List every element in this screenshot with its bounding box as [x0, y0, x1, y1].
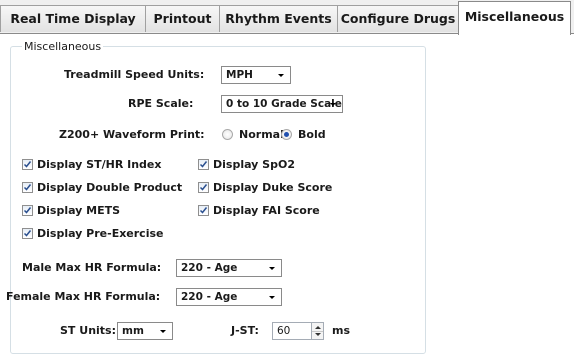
checkmark-icon — [23, 161, 32, 168]
jst-spinner[interactable] — [311, 322, 324, 340]
st-units-label: ST Units: — [60, 324, 116, 337]
st-units-select[interactable]: mm — [117, 322, 173, 340]
rpe-scale-value: 0 to 10 Grade Scale — [226, 98, 342, 110]
checkbox-spo2-label: Display SpO2 — [213, 158, 295, 171]
radio-selected-dot — [284, 132, 289, 137]
chevron-down-icon — [278, 74, 284, 77]
checkbox-pre-exercise-label: Display Pre-Exercise — [37, 227, 164, 240]
treadmill-speed-units-label: Treadmill Speed Units: — [64, 68, 205, 81]
tab-real-time-display[interactable]: Real Time Display — [0, 5, 146, 32]
tab-strip: Real Time Display Printout Rhythm Events… — [0, 0, 574, 35]
tab-printout[interactable]: Printout — [145, 5, 220, 32]
jst-label: J-ST: — [231, 324, 259, 337]
checkbox-pre-exercise[interactable] — [22, 228, 33, 239]
female-max-hr-select[interactable]: 220 - Age — [176, 288, 282, 306]
checkbox-double-product-label: Display Double Product — [37, 181, 183, 194]
checkbox-duke-score-label: Display Duke Score — [213, 181, 333, 194]
treadmill-speed-units-select[interactable]: MPH — [221, 66, 291, 84]
male-max-hr-value: 220 - Age — [181, 262, 238, 274]
checkbox-mets-label: Display METS — [37, 204, 121, 217]
chevron-down-icon — [330, 103, 336, 106]
checkmark-icon — [199, 207, 208, 214]
checkbox-fai-score-label: Display FAI Score — [213, 204, 320, 217]
checkbox-fai-score[interactable] — [198, 205, 209, 216]
checkmark-icon — [23, 207, 32, 214]
groupbox-title: Miscellaneous — [22, 40, 104, 53]
radio-normal[interactable] — [222, 129, 233, 140]
tab-configure-drugs[interactable]: Configure Drugs — [337, 5, 459, 32]
female-max-hr-label: Female Max HR Formula: — [6, 290, 161, 303]
checkbox-mets[interactable] — [22, 205, 33, 216]
male-max-hr-label: Male Max HR Formula: — [22, 261, 162, 274]
spin-up-icon[interactable] — [315, 326, 321, 329]
chevron-down-icon — [160, 330, 166, 333]
checkbox-st-hr-index-label: Display ST/HR Index — [37, 158, 162, 171]
radio-normal-label: Normal — [239, 128, 284, 141]
chevron-down-icon — [269, 296, 275, 299]
checkmark-icon — [199, 184, 208, 191]
female-max-hr-value: 220 - Age — [181, 291, 238, 303]
male-max-hr-select[interactable]: 220 - Age — [176, 259, 282, 277]
checkmark-icon — [23, 230, 32, 237]
jst-unit-label: ms — [332, 324, 351, 337]
rpe-scale-label: RPE Scale: — [128, 97, 194, 110]
rpe-scale-select[interactable]: 0 to 10 Grade Scale — [221, 95, 343, 113]
jst-input[interactable]: 60 — [272, 322, 312, 340]
checkmark-icon — [23, 184, 32, 191]
miscellaneous-groupbox — [10, 46, 426, 354]
tab-miscellaneous[interactable]: Miscellaneous — [458, 1, 571, 35]
waveform-print-label: Z200+ Waveform Print: — [59, 128, 205, 141]
st-units-value: mm — [122, 325, 144, 337]
checkbox-st-hr-index[interactable] — [22, 159, 33, 170]
tab-rhythm-events[interactable]: Rhythm Events — [219, 5, 338, 32]
radio-bold-label: Bold — [298, 128, 326, 141]
radio-bold[interactable] — [281, 129, 292, 140]
checkbox-duke-score[interactable] — [198, 182, 209, 193]
chevron-down-icon — [269, 267, 275, 270]
checkbox-spo2[interactable] — [198, 159, 209, 170]
treadmill-speed-units-value: MPH — [226, 69, 253, 81]
tab-panel: Miscellaneous Treadmill Speed Units: MPH… — [0, 33, 574, 354]
checkbox-double-product[interactable] — [22, 182, 33, 193]
checkmark-icon — [199, 161, 208, 168]
spin-down-icon[interactable] — [315, 333, 321, 336]
spin-divider — [312, 331, 323, 332]
